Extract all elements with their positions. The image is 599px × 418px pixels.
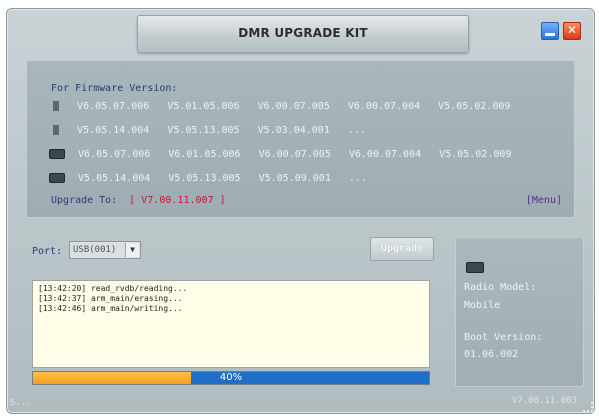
version-item: ... bbox=[348, 173, 367, 184]
radio-model-value: Mobile bbox=[464, 300, 501, 311]
version-item: V5.03.04.001 bbox=[257, 125, 330, 136]
title-bar[interactable]: DMR UPGRADE KIT bbox=[137, 15, 469, 53]
chevron-down-icon[interactable]: ▼ bbox=[125, 243, 139, 257]
port-select-value: USB(001) bbox=[73, 245, 117, 255]
resize-grip-icon[interactable] bbox=[583, 402, 593, 412]
upgrade-to-version: [ V7.00.11.007 ] bbox=[129, 195, 226, 206]
upgrade-button[interactable]: Upgrade bbox=[370, 237, 434, 261]
mobile-radio-icon bbox=[466, 262, 484, 273]
version-item: V6.01.05.006 bbox=[168, 149, 241, 160]
boot-version-value: 01.06.002 bbox=[464, 349, 519, 360]
firmware-panel: For Firmware Version: V6.05.07.006 V5.01… bbox=[26, 60, 575, 218]
version-item: V6.00.07.004 bbox=[348, 149, 422, 160]
boot-version-label: Boot Version: bbox=[464, 332, 543, 343]
version-item: V5.05.14.004 bbox=[78, 173, 151, 184]
minimize-button[interactable] bbox=[541, 22, 559, 40]
mobile-radio-icon bbox=[49, 149, 65, 159]
upgrade-target: Upgrade To: [ V7.00.11.007 ] bbox=[51, 195, 226, 206]
version-item: V6.00.07.005 bbox=[257, 101, 330, 112]
log-line: [13:42:20] read_rvdb/reading... bbox=[38, 284, 188, 293]
status-left: S... bbox=[10, 398, 32, 408]
progress-label: 40% bbox=[219, 372, 243, 383]
log-line: [13:42:37] arm_main/erasing... bbox=[38, 294, 183, 303]
radio-icon bbox=[53, 125, 59, 135]
progress-bar: 40% bbox=[32, 371, 430, 385]
version-item: V6.00.07.005 bbox=[258, 149, 331, 160]
upgrade-to-label: Upgrade To: bbox=[51, 195, 118, 206]
version-item: V5.05.02.009 bbox=[439, 149, 512, 160]
radio-version-row: V5.05.14.004 V5.05.13.005 V5.03.04.001 .… bbox=[49, 125, 378, 139]
device-info-panel: Radio Model: Mobile Boot Version: 01.06.… bbox=[455, 237, 584, 387]
status-version: V7.00.11.003 bbox=[511, 396, 577, 406]
radio-version-row: V6.05.07.006 V5.01.05.006 V6.00.07.005 V… bbox=[49, 101, 522, 115]
version-item: V5.05.14.004 bbox=[77, 125, 150, 136]
version-item: V5.01.05.006 bbox=[167, 101, 240, 112]
version-item: ... bbox=[347, 125, 366, 136]
version-item: V6.00.07.004 bbox=[347, 101, 421, 112]
version-item: V6.05.07.006 bbox=[78, 149, 151, 160]
close-button[interactable]: ✕ bbox=[563, 22, 581, 40]
port-label: Port: bbox=[32, 246, 63, 257]
menu-link[interactable]: [Menu] bbox=[526, 195, 562, 206]
mobile-radio-icon bbox=[49, 173, 65, 183]
version-item: V5.05.09.001 bbox=[258, 173, 331, 184]
mobile-version-row: V6.05.07.006 V6.01.05.006 V6.00.07.005 V… bbox=[49, 149, 523, 163]
version-item: V5.05.02.009 bbox=[438, 101, 511, 112]
radio-icon bbox=[53, 101, 59, 111]
window-title: DMR UPGRADE KIT bbox=[238, 26, 368, 40]
radio-model-label: Radio Model: bbox=[464, 282, 537, 293]
log-line: [13:42:46] arm_main/writing... bbox=[38, 304, 183, 313]
version-item: V5.05.13.005 bbox=[167, 125, 240, 136]
firmware-heading: For Firmware Version: bbox=[51, 83, 178, 94]
version-item: V6.05.07.006 bbox=[77, 101, 150, 112]
version-item: V5.05.13.005 bbox=[168, 173, 241, 184]
mobile-version-row: V5.05.14.004 V5.05.13.005 V5.05.09.001 .… bbox=[49, 173, 379, 187]
log-output: [13:42:20] read_rvdb/reading... [13:42:3… bbox=[32, 280, 430, 368]
port-select[interactable]: USB(001) ▼ bbox=[69, 241, 141, 259]
